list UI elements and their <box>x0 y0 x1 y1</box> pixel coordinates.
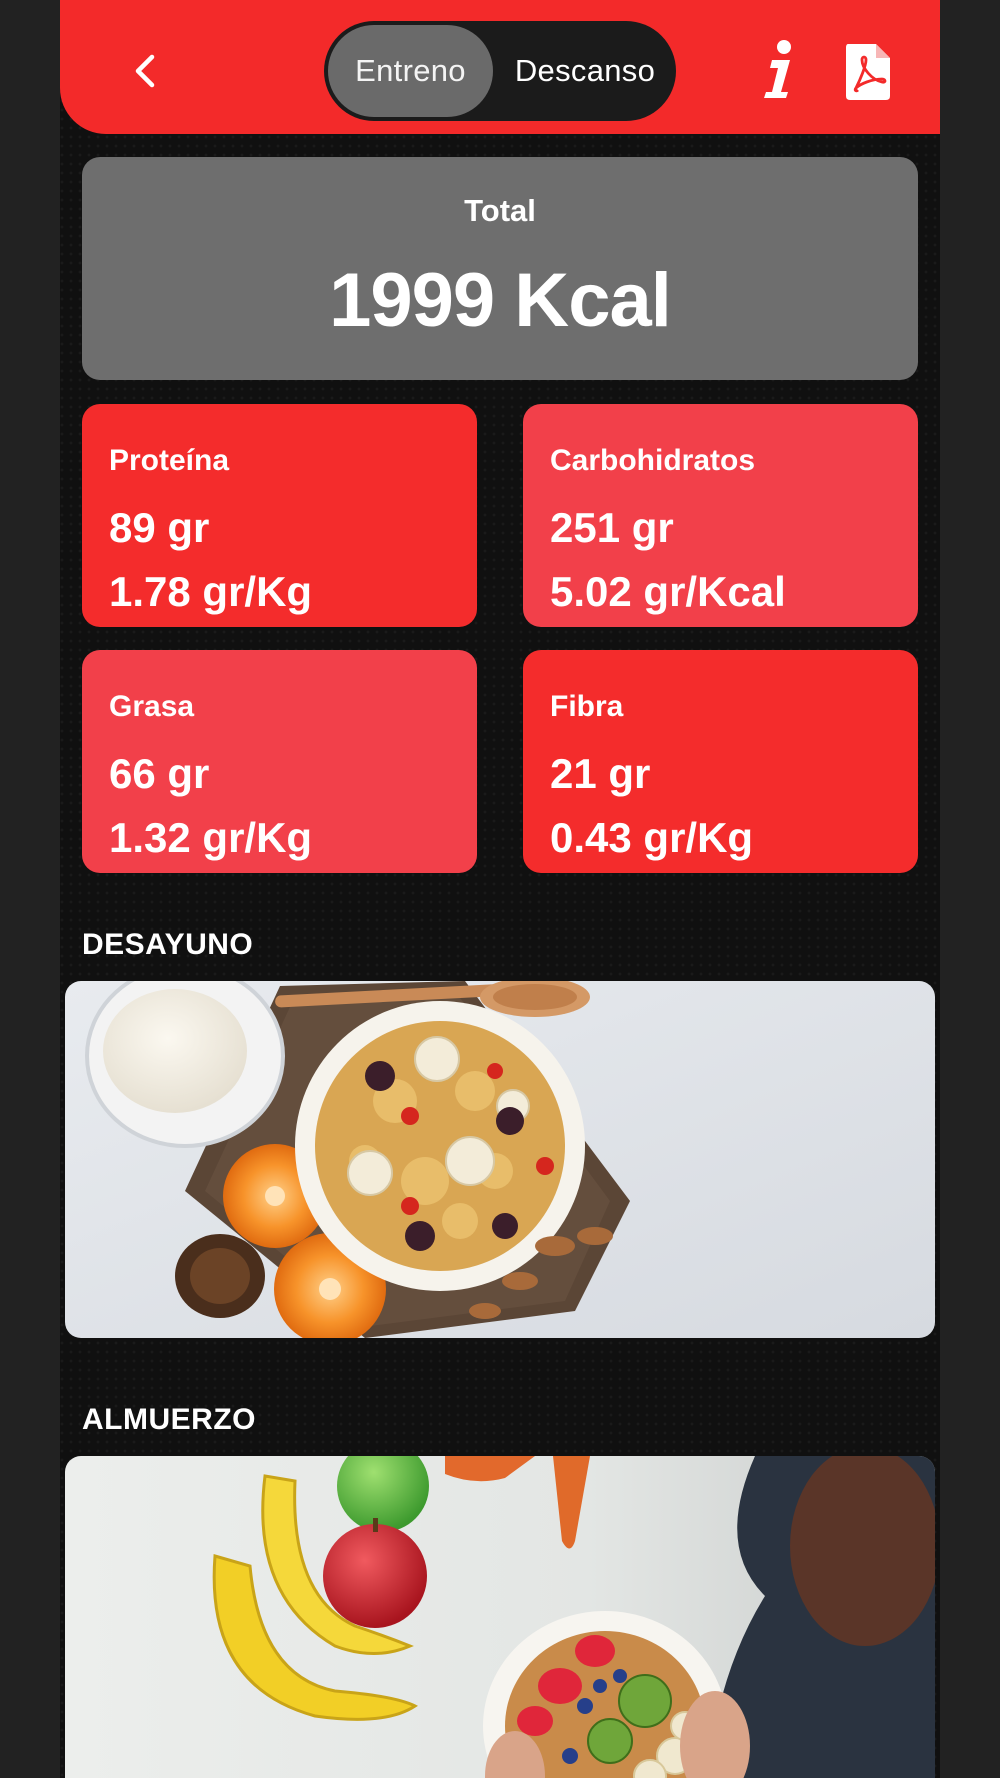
meal-title-desayuno: DESAYUNO <box>82 928 254 961</box>
total-kcal-value: 1999 Kcal <box>329 258 672 343</box>
macro-ratio: 1.78 gr/Kg <box>109 568 313 615</box>
fruit-bowl-photo <box>65 1456 935 1778</box>
macro-label: Proteína <box>109 444 230 477</box>
segment-entreno[interactable]: Entreno <box>328 25 493 117</box>
app-screen: Entreno Descanso Total 1999 Kcal Proteín… <box>60 0 940 1778</box>
meal-card-desayuno[interactable] <box>65 981 935 1338</box>
total-label: Total <box>464 193 536 228</box>
macro-ratio: 5.02 gr/Kcal <box>550 568 786 615</box>
total-calories-card: Total 1999 Kcal <box>82 157 918 380</box>
screen-edge-left <box>0 0 60 1778</box>
pdf-icon[interactable] <box>844 44 892 100</box>
training-rest-toggle: Entreno Descanso <box>324 21 676 121</box>
screen-edge-right <box>940 0 1000 1778</box>
breakfast-cereal-bowl-photo <box>65 981 935 1338</box>
macro-label: Fibra <box>550 690 624 723</box>
macro-ratio: 0.43 gr/Kg <box>550 814 754 861</box>
chevron-left-icon <box>135 54 155 88</box>
macro-card-carbs: Carbohidratos 251 gr 5.02 gr/Kcal <box>523 404 918 627</box>
macro-grams: 21 gr <box>550 750 651 797</box>
macro-label: Grasa <box>109 690 195 723</box>
back-button[interactable] <box>120 42 170 100</box>
meal-title-almuerzo: ALMUERZO <box>82 1403 256 1436</box>
macro-grams: 89 gr <box>109 504 210 551</box>
header-bar: Entreno Descanso <box>60 0 940 134</box>
segment-descanso[interactable]: Descanso <box>500 21 670 121</box>
macro-card-fat: Grasa 66 gr 1.32 gr/Kg <box>82 650 477 873</box>
meal-card-almuerzo[interactable] <box>65 1456 935 1778</box>
macro-card-fiber: Fibra 21 gr 0.43 gr/Kg <box>523 650 918 873</box>
macro-label: Carbohidratos <box>550 444 756 477</box>
macro-ratio: 1.32 gr/Kg <box>109 814 313 861</box>
macro-card-protein: Proteína 89 gr 1.78 gr/Kg <box>82 404 477 627</box>
info-icon[interactable] <box>750 38 804 102</box>
macro-grams: 66 gr <box>109 750 210 797</box>
macro-grams: 251 gr <box>550 504 674 551</box>
